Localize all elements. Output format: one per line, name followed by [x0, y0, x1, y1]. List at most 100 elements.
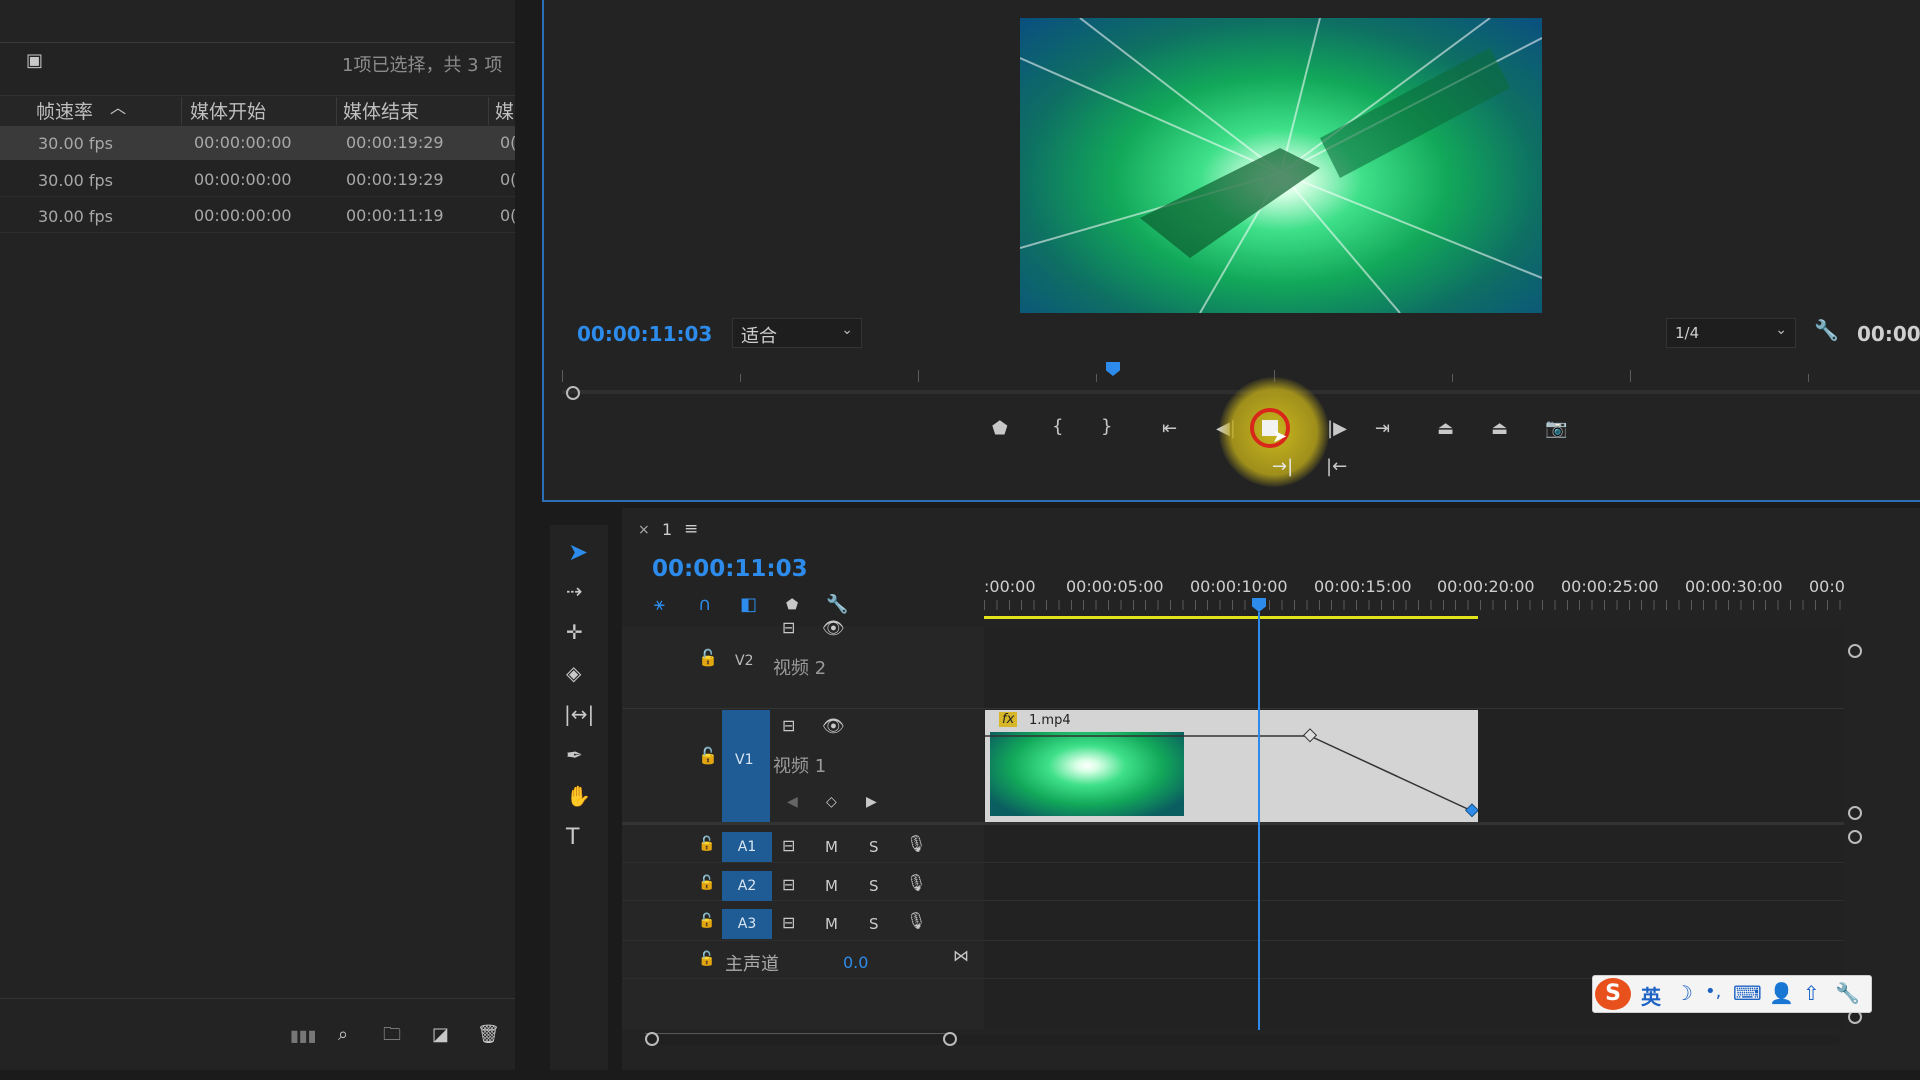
scroll-handle[interactable]: [1848, 830, 1862, 844]
hand-tool-icon[interactable]: ✋: [566, 786, 591, 806]
master-volume-value[interactable]: 0.0: [843, 953, 868, 972]
work-area-bar[interactable]: [984, 616, 1478, 619]
panel-menu-icon[interactable]: ≡: [684, 519, 698, 539]
vertical-scrollbar[interactable]: [1844, 640, 1862, 1030]
sync-lock-icon[interactable]: ⊟: [782, 877, 795, 893]
lock-icon[interactable]: 🔓: [698, 837, 715, 851]
table-row[interactable]: 30.00 fps 00:00:00:00 00:00:19:29 0(: [0, 161, 515, 197]
fit-dropdown[interactable]: 适合 ⌄: [732, 318, 862, 348]
timeline-ruler[interactable]: :00:00 00:00:05:00 00:00:10:00 00:00:15:…: [984, 570, 1844, 600]
add-marker-icon[interactable]: ⬟: [786, 598, 798, 612]
eye-icon[interactable]: 👁: [822, 620, 845, 638]
freeform-view-icon[interactable]: ▮▮▮: [290, 1028, 316, 1044]
sogou-logo-icon[interactable]: S: [1595, 978, 1631, 1010]
find-icon[interactable]: ⌕: [338, 1026, 348, 1044]
track-area[interactable]: [984, 626, 1844, 1030]
prev-keyframe-icon[interactable]: ◀: [787, 795, 798, 809]
table-row[interactable]: 30.00 fps 00:00:00:00 00:00:11:19 0(: [0, 197, 515, 233]
upload-icon[interactable]: ⇧: [1803, 981, 1820, 1005]
sort-ascending-icon[interactable]: ︿: [110, 100, 126, 116]
track-target-a2[interactable]: A2: [722, 871, 772, 901]
sync-lock-icon[interactable]: ⊟: [782, 915, 795, 931]
video-frame[interactable]: [1020, 18, 1542, 313]
step-forward-icon[interactable]: |▶: [1327, 420, 1347, 438]
timeline-settings-icon[interactable]: 🔧: [826, 596, 848, 614]
column-header-more[interactable]: 媒: [495, 97, 515, 124]
type-tool-icon[interactable]: T: [566, 827, 579, 849]
clear-trash-icon[interactable]: 🗑: [477, 1026, 500, 1044]
add-marker-icon[interactable]: ⬟: [992, 420, 1008, 438]
nest-toggle-icon[interactable]: ⚹: [654, 596, 665, 614]
track-target-a3[interactable]: A3: [722, 909, 772, 939]
sync-lock-icon[interactable]: ⊟: [782, 718, 795, 734]
overwrite-icon[interactable]: |←: [1326, 458, 1347, 476]
eye-icon[interactable]: 👁: [822, 718, 845, 736]
scroll-handle[interactable]: [1848, 644, 1862, 658]
table-row[interactable]: 30.00 fps 00:00:00:00 00:00:19:29 0(: [0, 126, 515, 160]
lock-icon[interactable]: 🔓: [698, 876, 715, 890]
track-target-a1[interactable]: A1: [722, 832, 772, 862]
settings-wrench-icon[interactable]: 🔧: [1835, 981, 1860, 1005]
ripple-edit-tool-icon[interactable]: ✛: [566, 622, 583, 642]
sync-lock-icon[interactable]: ⊟: [782, 838, 795, 854]
scroll-thumb[interactable]: [645, 1033, 953, 1042]
sequence-tab[interactable]: 1: [662, 520, 672, 539]
add-keyframe-icon[interactable]: ◇: [826, 795, 837, 809]
mute-button[interactable]: M: [825, 915, 838, 933]
close-tab-icon[interactable]: ×: [638, 522, 650, 538]
solo-button[interactable]: S: [869, 877, 879, 895]
scroll-handle-right[interactable]: [943, 1032, 957, 1046]
scroll-handle[interactable]: [1848, 806, 1862, 820]
slip-tool-icon[interactable]: |↔|: [564, 704, 594, 724]
new-item-icon[interactable]: ◪: [432, 1026, 449, 1044]
solo-button[interactable]: S: [869, 915, 879, 933]
timeline-timecode[interactable]: 00:00:11:03: [652, 556, 808, 582]
lock-icon[interactable]: 🔓: [698, 952, 715, 966]
program-ruler[interactable]: [562, 366, 1920, 384]
go-to-out-icon[interactable]: ⇥: [1375, 420, 1390, 438]
ime-language[interactable]: 英: [1641, 981, 1661, 1010]
next-keyframe-icon[interactable]: ▶: [866, 795, 877, 809]
selection-tool-icon[interactable]: ➤: [568, 540, 588, 564]
column-header-media-end[interactable]: 媒体结束: [343, 97, 419, 124]
mute-button[interactable]: M: [825, 838, 838, 856]
sync-lock-icon[interactable]: ⊟: [782, 620, 795, 636]
opacity-keyframe-line[interactable]: [985, 710, 1478, 822]
new-bin-icon[interactable]: 🗀: [383, 1026, 401, 1044]
microphone-icon[interactable]: 🎙: [906, 836, 926, 852]
punctuation-icon[interactable]: •,: [1705, 981, 1721, 1002]
mute-button[interactable]: M: [825, 877, 838, 895]
program-timecode[interactable]: 00:00:11:03: [577, 322, 712, 346]
bin-icon[interactable]: ▣: [26, 52, 43, 70]
linked-selection-icon[interactable]: ◧: [740, 596, 757, 614]
mark-out-icon[interactable]: }: [1101, 418, 1112, 436]
wrench-icon[interactable]: 🔧: [1814, 320, 1839, 340]
go-to-in-icon[interactable]: ⇤: [1162, 420, 1177, 438]
mark-in-icon[interactable]: {: [1052, 418, 1063, 436]
microphone-icon[interactable]: 🎙: [906, 913, 926, 929]
keyboard-icon[interactable]: ⌨: [1733, 981, 1762, 1005]
export-frame-icon[interactable]: 📷: [1545, 420, 1567, 438]
column-header-media-start[interactable]: 媒体开始: [190, 97, 266, 124]
track-select-tool-icon[interactable]: ⇢: [566, 581, 583, 601]
microphone-icon[interactable]: 🎙: [906, 875, 926, 891]
go-to-edit-icon[interactable]: ⋈: [953, 948, 969, 964]
scroll-handle-left[interactable]: [645, 1032, 659, 1046]
ime-toolbar[interactable]: S 英 ☽ •, ⌨ 👤 ⇧ 🔧: [1592, 975, 1872, 1013]
insert-icon[interactable]: →|: [1272, 458, 1293, 476]
user-icon[interactable]: 👤: [1769, 981, 1794, 1005]
lock-icon[interactable]: 🔓: [698, 914, 715, 928]
column-header-fps[interactable]: 帧速率: [36, 97, 93, 124]
zoom-handle[interactable]: [566, 386, 580, 400]
lock-icon[interactable]: 🔓: [698, 650, 718, 666]
clip-1mp4[interactable]: fx 1.mp4: [985, 710, 1478, 822]
lock-icon[interactable]: 🔓: [698, 748, 718, 764]
snap-icon[interactable]: ∩: [698, 596, 711, 614]
solo-button[interactable]: S: [869, 838, 879, 856]
track-id-v2[interactable]: V2: [735, 653, 753, 669]
lift-icon[interactable]: ⏏: [1437, 420, 1454, 438]
razor-tool-icon[interactable]: ◈: [566, 663, 581, 683]
resolution-dropdown[interactable]: 1/4 ⌄: [1666, 318, 1796, 348]
extract-icon[interactable]: ⏏: [1491, 420, 1508, 438]
half-width-icon[interactable]: ☽: [1675, 981, 1693, 1005]
